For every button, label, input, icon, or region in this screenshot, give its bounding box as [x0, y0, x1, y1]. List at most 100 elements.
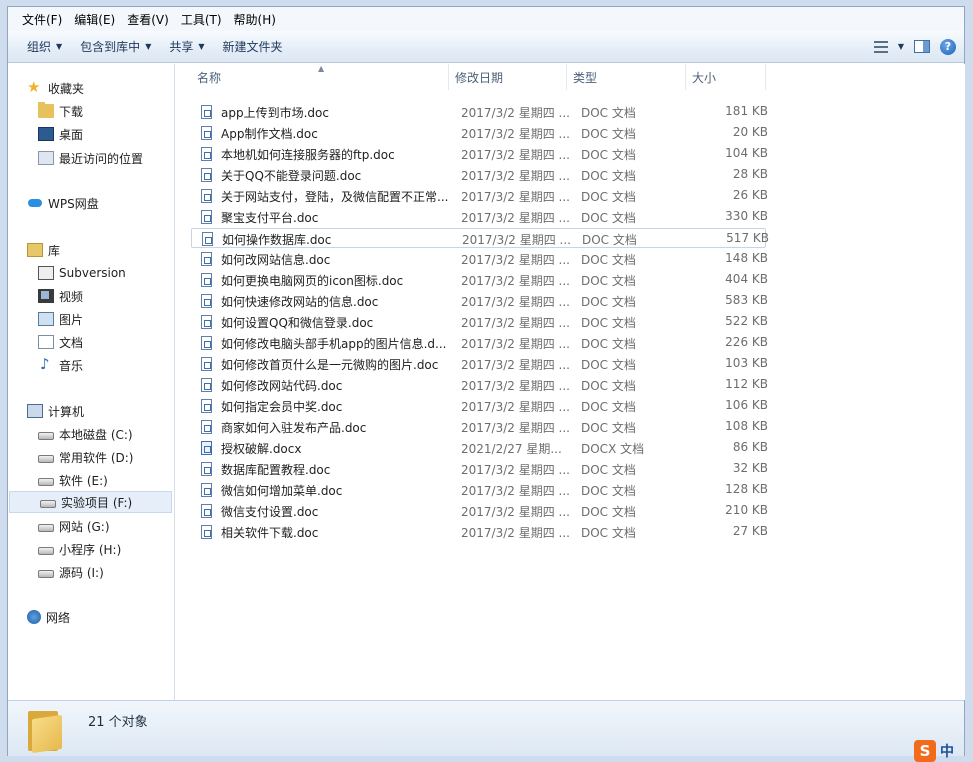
- downloads-folder-icon: [38, 102, 54, 118]
- file-name: 如何设置QQ和微信登录.doc: [221, 316, 374, 330]
- file-row[interactable]: 如何指定会员中奖.doc 2017/3/2 星期四 ... DOC 文档 106 KB: [191, 396, 768, 416]
- file-date: 2017/3/2 星期四 ...: [461, 526, 570, 540]
- column-size-label: 大小: [692, 70, 717, 85]
- menu-file[interactable]: 文件(F): [16, 11, 68, 28]
- nav-wps-label: WPS网盘: [48, 196, 99, 211]
- column-header-size[interactable]: 大小: [686, 64, 766, 90]
- video-icon: [38, 289, 54, 303]
- column-header-type[interactable]: 类型: [567, 64, 686, 90]
- nav-recent[interactable]: 最近访问的位置: [8, 147, 143, 169]
- document-icon: [38, 335, 54, 349]
- nav-videos[interactable]: 视频: [8, 285, 83, 307]
- word-document-icon: [201, 399, 212, 413]
- share-button[interactable]: 共享 ▼: [160, 31, 213, 62]
- file-type: DOC 文档: [581, 106, 636, 120]
- nav-drive-g[interactable]: 网站 (G:): [8, 515, 110, 537]
- file-type: DOC 文档: [581, 316, 636, 330]
- file-date: 2017/3/2 星期四 ...: [461, 106, 570, 120]
- nav-wps[interactable]: WPS网盘: [8, 192, 99, 214]
- word-document-icon: [201, 315, 212, 329]
- file-size: 26 KB: [732, 188, 768, 202]
- menu-view[interactable]: 查看(V): [121, 11, 175, 28]
- nav-subversion[interactable]: Subversion: [8, 262, 126, 284]
- word-document-icon: [201, 252, 212, 266]
- nav-documents[interactable]: 文档: [8, 331, 83, 353]
- file-type: DOC 文档: [581, 253, 636, 267]
- file-size: 112 KB: [725, 377, 768, 391]
- file-name: 微信如何增加菜单.doc: [221, 484, 343, 498]
- ime-indicator[interactable]: S 中: [914, 740, 954, 762]
- file-type: DOC 文档: [581, 295, 636, 309]
- column-header-name[interactable]: 名称: [191, 64, 449, 90]
- nav-library[interactable]: 库: [8, 239, 60, 261]
- word-document-icon: [201, 462, 212, 476]
- nav-drive-h[interactable]: 小程序 (H:): [8, 538, 121, 560]
- file-date: 2017/3/2 星期四 ...: [461, 505, 570, 519]
- file-row[interactable]: 数据库配置教程.doc 2017/3/2 星期四 ... DOC 文档 32 KB: [191, 459, 768, 479]
- file-row[interactable]: 如何操作数据库.doc 2017/3/2 星期四 ... DOC 文档 517 KB: [191, 228, 769, 248]
- preview-pane-icon[interactable]: [914, 40, 930, 53]
- nav-desktop[interactable]: 桌面: [8, 123, 83, 145]
- nav-music[interactable]: 音乐: [8, 354, 83, 376]
- file-row[interactable]: 如何快速修改网站的信息.doc 2017/3/2 星期四 ... DOC 文档 583…: [191, 291, 768, 311]
- file-type: DOC 文档: [581, 211, 636, 225]
- nav-network[interactable]: 网络: [8, 606, 70, 628]
- menu-help[interactable]: 帮助(H): [228, 11, 282, 28]
- organize-button[interactable]: 组织 ▼: [18, 31, 71, 62]
- nav-pictures[interactable]: 图片: [8, 308, 83, 330]
- word-document-icon: [201, 357, 212, 371]
- folder-icon: [28, 711, 64, 754]
- file-size: 28 KB: [732, 167, 768, 181]
- nav-drive-f[interactable]: 实验项目 (F:): [9, 491, 172, 513]
- menu-tools[interactable]: 工具(T): [175, 11, 228, 28]
- file-size: 148 KB: [725, 251, 768, 265]
- nav-documents-label: 文档: [59, 335, 84, 350]
- include-in-library-button[interactable]: 包含到库中 ▼: [71, 31, 160, 62]
- drive-icon: [38, 432, 54, 440]
- file-row[interactable]: 关于网站支付，登陆，及微信配置不正常... 2017/3/2 星期四 ... DOC…: [191, 186, 768, 206]
- file-row[interactable]: 本地机如何连接服务器的ftp.doc 2017/3/2 星期四 ... DOC 文档…: [191, 144, 768, 164]
- file-row[interactable]: 相关软件下载.doc 2017/3/2 星期四 ... DOC 文档 27 KB: [191, 522, 768, 542]
- nav-drive-c[interactable]: 本地磁盘 (C:): [8, 423, 133, 445]
- file-row[interactable]: 授权破解.docx 2021/2/27 星期... DOCX 文档 86 KB: [191, 438, 768, 458]
- nav-downloads[interactable]: 下载: [8, 100, 83, 122]
- file-row[interactable]: 如何修改首页什么是一元微购的图片.doc 2017/3/2 星期四 ... DOC …: [191, 354, 768, 374]
- file-row[interactable]: 如何改网站信息.doc 2017/3/2 星期四 ... DOC 文档 148 KB: [191, 249, 768, 269]
- column-header-date[interactable]: 修改日期: [449, 64, 567, 90]
- help-icon[interactable]: ?: [940, 38, 956, 55]
- menu-edit[interactable]: 编辑(E): [68, 11, 121, 28]
- chevron-down-icon[interactable]: ▼: [898, 42, 904, 51]
- nav-favorites[interactable]: 收藏夹: [8, 77, 84, 99]
- new-folder-button[interactable]: 新建文件夹: [214, 31, 292, 62]
- file-row[interactable]: 聚宝支付平台.doc 2017/3/2 星期四 ... DOC 文档 330 KB: [191, 207, 768, 227]
- file-row[interactable]: 如何修改电脑头部手机app的图片信息.d... 2017/3/2 星期四 ... D…: [191, 333, 768, 353]
- nav-downloads-label: 下载: [59, 104, 84, 119]
- file-row[interactable]: 如何更换电脑网页的icon图标.doc 2017/3/2 星期四 ... DOC 文…: [191, 270, 768, 290]
- nav-drive-e[interactable]: 软件 (E:): [8, 469, 108, 491]
- cloud-icon: [27, 196, 43, 210]
- view-options-icon[interactable]: [873, 40, 888, 53]
- navigation-pane: 收藏夹 下载 桌面 最近访问的位置 WPS网盘 库: [8, 64, 175, 700]
- file-name: 如何修改网站代码.doc: [221, 379, 343, 393]
- file-name: 如何更换电脑网页的icon图标.doc: [221, 274, 404, 288]
- nav-drive-d[interactable]: 常用软件 (D:): [8, 446, 133, 468]
- file-row[interactable]: 微信如何增加菜单.doc 2017/3/2 星期四 ... DOC 文档 128 KB: [191, 480, 768, 500]
- file-row[interactable]: App制作文档.doc 2017/3/2 星期四 ... DOC 文档 20 KB: [191, 123, 768, 143]
- file-name: App制作文档.doc: [221, 127, 318, 141]
- file-date: 2017/3/2 星期四 ...: [461, 211, 570, 225]
- file-row[interactable]: 如何修改网站代码.doc 2017/3/2 星期四 ... DOC 文档 112 KB: [191, 375, 768, 395]
- file-row[interactable]: 微信支付设置.doc 2017/3/2 星期四 ... DOC 文档 210 KB: [191, 501, 768, 521]
- file-date: 2017/3/2 星期四 ...: [461, 253, 570, 267]
- word-document-icon: [201, 126, 212, 140]
- file-row[interactable]: app上传到市场.doc 2017/3/2 星期四 ... DOC 文档 181 KB: [191, 102, 768, 122]
- nav-drive-i[interactable]: 源码 (I:): [8, 561, 104, 583]
- nav-computer[interactable]: 计算机: [8, 400, 84, 422]
- file-row[interactable]: 商家如何入驻发布产品.doc 2017/3/2 星期四 ... DOC 文档 108 …: [191, 417, 768, 437]
- computer-icon: [27, 404, 43, 418]
- file-row[interactable]: 如何设置QQ和微信登录.doc 2017/3/2 星期四 ... DOC 文档 522…: [191, 312, 768, 332]
- file-date: 2017/3/2 星期四 ...: [461, 400, 570, 414]
- chevron-down-icon: ▼: [56, 42, 63, 51]
- file-row[interactable]: 关于QQ不能登录问题.doc 2017/3/2 星期四 ... DOC 文档 28 K…: [191, 165, 768, 185]
- drive-icon: [38, 547, 54, 555]
- chevron-down-icon: ▼: [198, 42, 205, 51]
